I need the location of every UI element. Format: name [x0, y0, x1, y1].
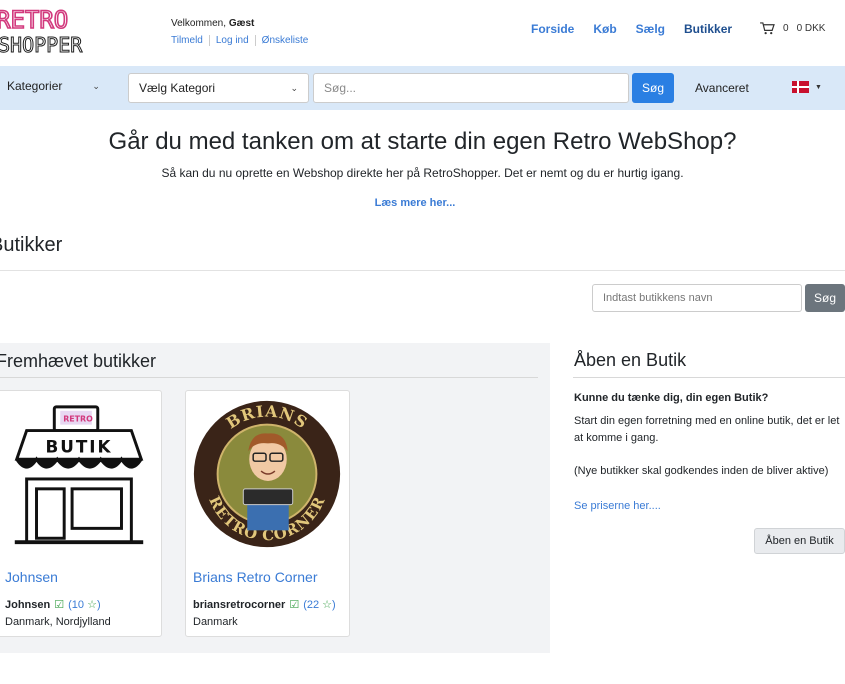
user-links: Tilmeld Log ind Ønskeliste [171, 35, 314, 46]
categories-label: Kategorier [7, 79, 63, 93]
categories-dropdown[interactable]: Kategorier ⌄ [7, 79, 100, 93]
nav-buy[interactable]: Køb [593, 22, 616, 36]
shop-logo-image: BRIANS RETRO CORNER [193, 400, 341, 548]
see-prices-link[interactable]: Se priserne her.... [574, 500, 661, 512]
cart-total: 0 DKK [796, 23, 826, 34]
butik-sign-text: BUTIK [45, 436, 112, 456]
divider [573, 377, 845, 378]
star-icon: ☆ [87, 599, 97, 611]
verified-check-icon: ☑ [289, 599, 300, 611]
shop-location: Danmark [193, 616, 238, 628]
nav-shops[interactable]: Butikker [684, 22, 732, 36]
search-input[interactable]: Søg... [313, 73, 629, 103]
promo-subtitle: Så kan du nu oprette en Webshop direkte … [161, 166, 684, 180]
category-select[interactable]: Vælg Kategori ⌄ [128, 73, 309, 103]
logo-line2: SHOPPER [0, 33, 83, 54]
chevron-down-icon: ⌄ [290, 82, 298, 93]
shop-name-link[interactable]: Brians Retro Corner [193, 569, 318, 585]
shop-owner: Johnsen ☑ (10 ☆) [5, 598, 101, 612]
shop-logo-image: RETRO BUTIK [14, 405, 144, 545]
open-shop-note: (Nye butikker skal godkendes inden de bl… [574, 465, 829, 477]
owner-name[interactable]: briansretrocorner [193, 599, 285, 611]
main-nav: Forside Køb Sælg Butikker [531, 22, 732, 36]
shop-owner: briansretrocorner ☑ (22 ☆) [193, 598, 336, 612]
shop-location: Danmark, Nordjylland [5, 616, 111, 628]
svg-text:RETRO: RETRO [63, 415, 93, 424]
shop-name-input[interactable]: Indtast butikkens navn [592, 284, 802, 312]
welcome-text: Velkommen, Gæst [171, 18, 255, 29]
cart-count: 0 [783, 23, 789, 34]
nav-home[interactable]: Forside [531, 22, 574, 36]
promo-title: Går du med tanken om at starte din egen … [108, 128, 737, 155]
danish-flag-icon [792, 81, 809, 93]
open-shop-text: Start din egen forretning med en online … [574, 415, 840, 444]
cart-icon [760, 22, 775, 35]
divider [0, 377, 538, 378]
advanced-search-link[interactable]: Avanceret [695, 81, 749, 95]
cart[interactable]: 0 0 DKK [760, 22, 825, 35]
page-title: Butikker [0, 234, 63, 256]
shop-name-link[interactable]: Johnsen [5, 569, 58, 585]
logo-line1: RETRO [0, 6, 68, 34]
open-shop-title: Åben en Butik [574, 350, 687, 370]
rating[interactable]: (10 ☆) [68, 598, 101, 611]
search-button[interactable]: Søg [632, 73, 674, 103]
owner-name[interactable]: Johnsen [5, 599, 50, 611]
shop-search-button[interactable]: Søg [805, 284, 845, 312]
language-dropdown[interactable]: ▼ [792, 81, 822, 93]
shop-card[interactable]: RETRO BUTIK Johnsen Johnsen ☑ (10 ☆) Dan… [0, 390, 162, 637]
wishlist-link[interactable]: Ønskeliste [254, 35, 315, 46]
open-shop-question: Kunne du tænke dig, din egen Butik? [574, 392, 769, 404]
site-header: RETRO SHOPPER Velkommen, Gæst Tilmeld Lo… [0, 0, 845, 66]
signup-link[interactable]: Tilmeld [171, 35, 209, 46]
open-shop-button[interactable]: Åben en Butik [754, 528, 845, 554]
nav-sell[interactable]: Sælg [636, 22, 665, 36]
chevron-down-icon: ⌄ [92, 80, 100, 91]
star-icon: ☆ [322, 599, 333, 611]
verified-check-icon: ☑ [54, 599, 65, 611]
retroshopper-logo[interactable]: RETRO SHOPPER [0, 6, 112, 54]
rating[interactable]: (22 ☆) [303, 598, 336, 611]
shop-card[interactable]: BRIANS RETRO CORNER Brians Retro Corner … [185, 390, 350, 637]
caret-down-icon: ▼ [815, 83, 822, 91]
featured-title: Fremhævet butikker [0, 351, 157, 371]
read-more-link[interactable]: Læs mere her... [0, 197, 830, 209]
login-link[interactable]: Log ind [208, 35, 255, 46]
divider [0, 270, 845, 271]
